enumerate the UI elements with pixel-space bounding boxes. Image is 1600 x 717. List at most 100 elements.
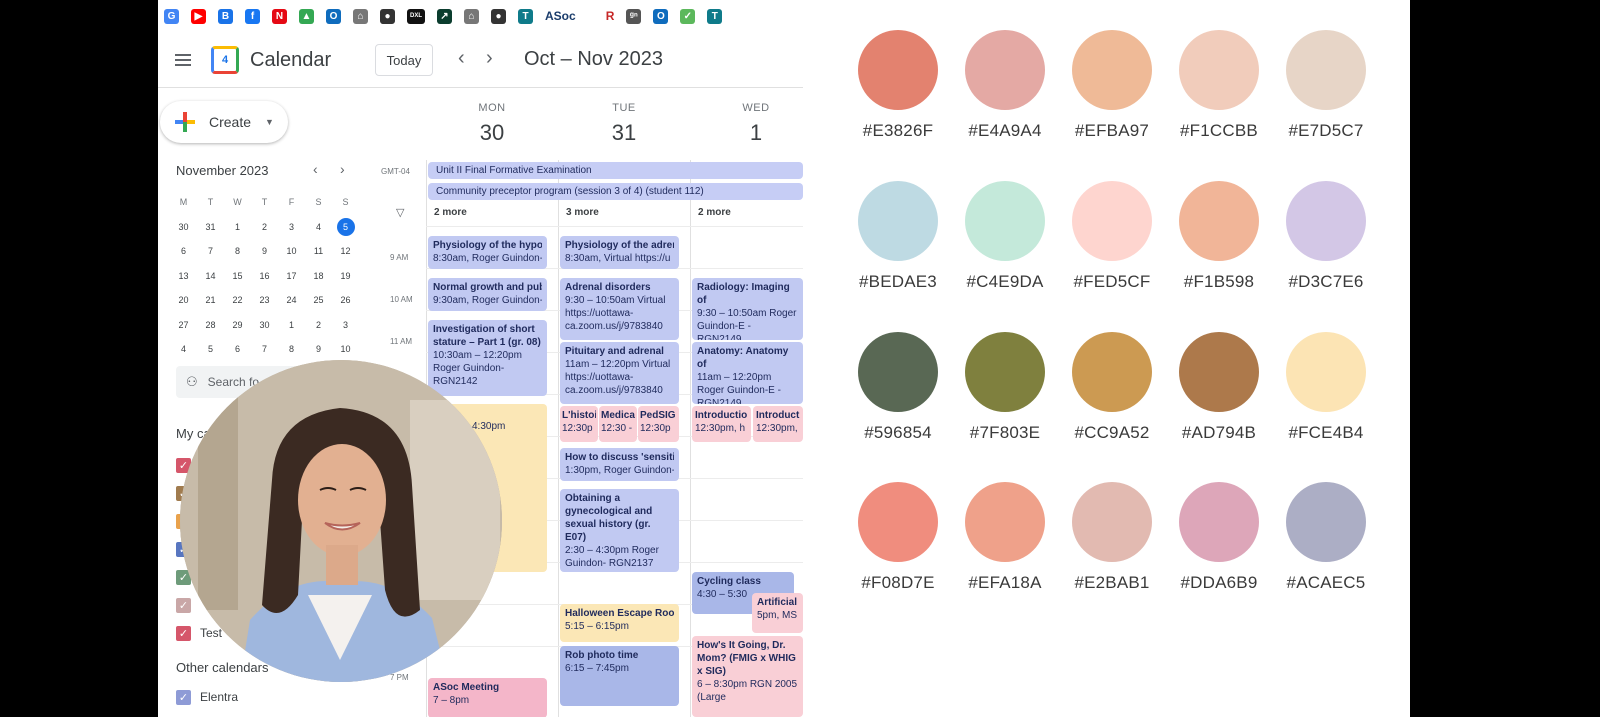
more-events-link[interactable]: 2 more [434, 207, 467, 218]
mini-day[interactable]: 26 [332, 288, 359, 313]
mini-day[interactable]: 2 [305, 313, 332, 338]
event-card[interactable]: Normal growth and pub 9:30am, Roger Guin… [428, 278, 547, 311]
event-card[interactable]: Anatomy: Anatomy of 11am – 12:20pm Roger… [692, 342, 803, 404]
event-card[interactable]: How's It Going, Dr. Mom? (FMIG x WHIG x … [692, 636, 803, 717]
event-card[interactable]: PedSIG 12:30p [638, 406, 679, 442]
mini-day[interactable]: 20 [170, 288, 197, 313]
other-calendars-heading[interactable]: Other calendars [176, 660, 269, 675]
drive-icon[interactable]: ▲ [299, 8, 314, 24]
mini-day[interactable]: 13 [170, 264, 197, 289]
event-card[interactable]: Artificial 5pm, MS [752, 593, 803, 633]
event-card[interactable]: L'histoi 12:30p [560, 406, 598, 442]
mini-day[interactable]: 6 [224, 337, 251, 362]
event-card[interactable]: Physiology of the hypot 8:30am, Roger Gu… [428, 236, 547, 269]
chart-icon[interactable]: ↗ [437, 8, 452, 24]
event-card[interactable]: Radiology: Imaging of 9:30 – 10:50am Rog… [692, 278, 803, 340]
youtube-icon[interactable]: ▶ [191, 8, 206, 24]
day-header-tue[interactable]: TUE 31 [558, 102, 690, 146]
mini-day[interactable]: 5 [197, 337, 224, 362]
event-card[interactable]: Obtaining a gynecological and sexual his… [560, 489, 679, 572]
more-events-link[interactable]: 3 more [566, 207, 599, 218]
mini-day[interactable]: 9 [251, 239, 278, 264]
event-card[interactable]: Halloween Escape Room 5:15 – 6:15pm [560, 604, 679, 642]
mini-day[interactable]: 28 [197, 313, 224, 338]
mini-day[interactable]: 30 [170, 215, 197, 240]
mini-day[interactable]: 29 [224, 313, 251, 338]
mini-day[interactable]: 3 [278, 215, 305, 240]
shield-icon[interactable]: ✓ [680, 8, 696, 24]
bank-icon-2[interactable]: ⌂ [464, 8, 479, 24]
chevron-down-icon[interactable]: ▽ [396, 206, 404, 219]
bookmark-asoc[interactable]: ASoc [545, 9, 576, 23]
create-button[interactable]: Create ▼ [160, 101, 288, 143]
mini-day[interactable]: 23 [251, 288, 278, 313]
main-menu-icon[interactable] [175, 54, 191, 66]
mini-day[interactable]: 7 [197, 239, 224, 264]
mini-day[interactable]: 25 [305, 288, 332, 313]
mini-next-icon[interactable]: › [340, 161, 345, 177]
mini-day[interactable]: 10 [278, 239, 305, 264]
mini-day[interactable]: 1 [278, 313, 305, 338]
mini-day[interactable]: 6 [170, 239, 197, 264]
event-card[interactable]: Pituitary and adrenal 11am – 12:20pm Vir… [560, 342, 679, 404]
mini-prev-icon[interactable]: ‹ [313, 161, 318, 177]
mini-day[interactable]: 27 [170, 313, 197, 338]
event-card[interactable]: Adrenal disorders 9:30 – 10:50am Virtual… [560, 278, 679, 340]
allday-event[interactable]: Unit II Final Formative Examination [428, 162, 803, 179]
event-card[interactable]: Introductio 12:30pm, h [692, 406, 751, 442]
day-header-mon[interactable]: MON 30 [426, 102, 558, 146]
mini-day[interactable]: 10 [332, 337, 359, 362]
mini-day[interactable]: 4 [170, 337, 197, 362]
mini-day[interactable]: 24 [278, 288, 305, 313]
teams-icon[interactable]: T [518, 8, 533, 24]
mini-day[interactable]: 12 [332, 239, 359, 264]
mini-day[interactable]: 4 [305, 215, 332, 240]
globe-icon[interactable]: ● [380, 8, 395, 24]
event-card[interactable]: Medica 12:30 - [599, 406, 637, 442]
netflix-icon[interactable]: N [272, 8, 287, 24]
event-card[interactable]: Introducti 12:30pm, [753, 406, 803, 442]
outlook-icon-2[interactable]: O [653, 8, 669, 24]
today-button[interactable]: Today [375, 44, 433, 76]
calendar-checkbox[interactable]: ✓ [176, 598, 191, 613]
mini-day[interactable]: 7 [251, 337, 278, 362]
more-events-link[interactable]: 2 more [698, 207, 731, 218]
google-icon[interactable]: G [164, 8, 179, 24]
event-card[interactable]: Rob photo time 6:15 – 7:45pm [560, 646, 679, 706]
bookmark-r[interactable]: R [606, 9, 615, 23]
mini-day[interactable]: 11 [305, 239, 332, 264]
chevron-left-icon[interactable]: ‹ [458, 48, 465, 68]
mini-day[interactable]: 22 [224, 288, 251, 313]
teams-icon-2[interactable]: T [707, 8, 723, 24]
mini-day[interactable]: 1 [224, 215, 251, 240]
text-icon[interactable]: ᵍⁿ [626, 8, 642, 24]
dxl-icon[interactable]: DXL [407, 8, 425, 24]
mini-day[interactable]: 14 [197, 264, 224, 289]
mini-day[interactable]: 15 [224, 264, 251, 289]
mini-day[interactable]: 16 [251, 264, 278, 289]
mini-day[interactable]: 21 [197, 288, 224, 313]
mini-day[interactable]: 31 [197, 215, 224, 240]
mini-day[interactable]: 3 [332, 313, 359, 338]
mini-day[interactable]: 19 [332, 264, 359, 289]
doc-icon[interactable]: B [218, 8, 233, 24]
event-card[interactable]: How to discuss 'sensitiv 1:30pm, Roger G… [560, 448, 679, 481]
mini-day[interactable]: 8 [224, 239, 251, 264]
mini-day[interactable]: 17 [278, 264, 305, 289]
mini-day[interactable]: 8 [278, 337, 305, 362]
allday-event[interactable]: Community preceptor program (session 3 o… [428, 183, 803, 200]
mini-day[interactable]: 9 [305, 337, 332, 362]
day-header-wed[interactable]: WED 1 [690, 102, 803, 146]
bank-icon[interactable]: ⌂ [353, 8, 368, 24]
mini-day[interactable]: 30 [251, 313, 278, 338]
mini-day[interactable]: 5 [332, 215, 359, 240]
event-card[interactable]: Physiology of the adren 8:30am, Virtual … [560, 236, 679, 269]
facebook-icon[interactable]: f [245, 8, 260, 24]
event-card[interactable]: Investigation of short stature – Part 1 … [428, 320, 547, 396]
globe-icon-2[interactable]: ● [491, 8, 506, 24]
calendar-checkbox[interactable]: ✓ [176, 626, 191, 641]
outlook-icon[interactable]: O [326, 8, 341, 24]
calendar-checkbox[interactable]: ✓ [176, 690, 191, 705]
event-card[interactable]: ASoc Meeting 7 – 8pm [428, 678, 547, 717]
mini-day[interactable]: 2 [251, 215, 278, 240]
